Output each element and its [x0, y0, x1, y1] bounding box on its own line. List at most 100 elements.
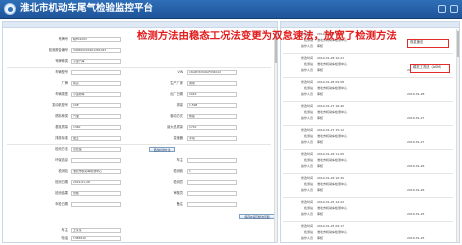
app-title: 淮北市机动车尾气检验监控平台	[20, 3, 154, 14]
save-return-button[interactable]: 保存并返回修改页面	[239, 214, 275, 219]
field-input[interactable]: 1360	[71, 125, 121, 130]
field-label: 检测线	[173, 169, 183, 173]
app-logo-icon	[4, 3, 16, 15]
field-input[interactable]	[187, 158, 237, 163]
field-input[interactable]: 1.598	[187, 103, 237, 108]
record-value: 审核	[317, 116, 324, 120]
vehicle-info-panel: 号牌号 皖F04203 检测报告编号 340600201901281043 号牌种类 小型…	[2, 21, 278, 243]
record-label: 检测站	[303, 86, 313, 90]
right-scrollbar[interactable]	[456, 29, 459, 242]
field-input[interactable]: 2019-01-28	[71, 180, 121, 185]
record-value: 审核	[317, 164, 324, 168]
record-value: 淮北市机动车检测中心	[317, 158, 348, 162]
change-method-button[interactable]: 更改检测方法	[149, 147, 175, 152]
record-label: 检测站	[303, 134, 313, 138]
field-input[interactable]: 1	[187, 169, 237, 174]
record-label: 操作人员	[300, 212, 313, 216]
field-input[interactable]: 前驱	[187, 114, 237, 119]
history-record[interactable]: 修改时间 2019-01-26 11:05 检测站 淮北市机动车检测中心 操作人员 审核 2…	[281, 152, 459, 174]
record-value: 2019-01-26 11:05	[317, 152, 345, 156]
record-date: 2019-01-28	[407, 92, 425, 96]
divider	[283, 221, 453, 222]
record-value: 2019-01-25 14:22	[317, 200, 345, 204]
window-close-icon[interactable]	[450, 5, 458, 13]
record-date: 2019-01-26	[407, 164, 425, 168]
field-input[interactable]	[71, 70, 121, 75]
field-label: 车辆类型	[55, 92, 68, 96]
field-label: 检测结果	[55, 191, 68, 195]
annotation-text: 检测方法由稳态工况法变更为双怠速法，放宽了检测方法	[137, 30, 397, 42]
field-label: 基准质量	[55, 125, 68, 129]
field-input[interactable]: 双怠速	[71, 147, 121, 152]
field-input[interactable]: 1710	[187, 125, 237, 130]
form-row: 车辆型号 VIN LSGPC52U6GF034012	[3, 70, 273, 75]
form-row: 检测方法 双怠速 更改检测方法	[3, 147, 273, 152]
field-label: 电话	[61, 236, 68, 240]
field-input[interactable]: 合格	[71, 191, 121, 196]
field-input[interactable]: 皖F04203	[71, 37, 121, 42]
record-label: 修改时间	[300, 152, 313, 156]
field-input[interactable]: 通用	[187, 81, 237, 86]
field-label: 检测员	[173, 180, 183, 184]
field-label: 审核员	[173, 191, 183, 195]
form-row: 排放标准 国五 变速器 手动	[3, 136, 273, 141]
field-label: 变速器	[173, 136, 183, 140]
form-row: 车辆类型 小型轿车 出厂日期 2016	[3, 92, 273, 97]
field-input[interactable]: 国五	[71, 136, 121, 141]
field-input[interactable]	[187, 202, 237, 207]
field-input[interactable]: 手动	[187, 136, 237, 141]
divider	[283, 149, 453, 150]
record-label: 检测站	[303, 182, 313, 186]
record-value: 2019-01-28 10:21	[317, 56, 345, 60]
field-label: 年检日期	[55, 202, 68, 206]
history-record[interactable]: 修改时间 2019-01-25 09:17 检测站 淮北市机动车检测中心 操作人员 审核 2…	[281, 224, 459, 242]
history-record[interactable]: 修改时间 2019-01-25 14:22 检测站 淮北市机动车检测中心 操作人员 审核 2…	[281, 200, 459, 222]
field-input[interactable]: 别克	[71, 81, 121, 86]
record-value: 淮北市机动车检测中心	[317, 182, 348, 186]
record-label: 检测站	[303, 206, 313, 210]
field-input[interactable]	[187, 191, 237, 196]
history-record[interactable]: 修改时间 2019-01-27 16:40 检测站 淮北市机动车检测中心 操作人员 审核 2…	[281, 104, 459, 126]
field-input[interactable]	[187, 180, 237, 185]
divider	[283, 173, 453, 174]
field-input[interactable]: 2016	[187, 92, 237, 97]
field-label: 燃料种类	[55, 114, 68, 118]
divider	[7, 66, 271, 68]
record-value: 2019-01-28 09:58	[317, 80, 345, 84]
form-row: 燃料种类 汽油 驱动方式 前驱	[3, 114, 273, 119]
history-record[interactable]: 修改时间 2019-01-28 09:58 检测站 淮北市机动车检测中心 操作人员 审核 2…	[281, 80, 459, 102]
record-value: 2019-01-26 10:30	[317, 176, 345, 180]
field-input[interactable]	[71, 202, 121, 207]
record-label: 操作人员	[300, 188, 313, 192]
field-input[interactable]: 王某某	[71, 228, 121, 233]
record-value: 2019-01-27 15:12	[317, 128, 345, 132]
field-input[interactable]	[71, 158, 121, 163]
field-input[interactable]: 340600201901281043	[71, 48, 121, 53]
field-input[interactable]: 1385610	[71, 236, 121, 241]
record-label: 操作人员	[300, 116, 313, 120]
record-value: 审核	[317, 44, 324, 48]
field-input[interactable]: 小型轿车	[71, 92, 121, 97]
window-minimize-icon[interactable]	[438, 5, 446, 13]
record-value: 审核	[317, 212, 324, 216]
field-input[interactable]: LDE	[71, 103, 121, 108]
field-input[interactable]: LSGPC52U6GF034012	[187, 70, 237, 75]
record-label: 检测站	[303, 158, 313, 162]
record-label: 操作人员	[300, 140, 313, 144]
record-label: 修改时间	[300, 104, 313, 108]
field-input[interactable]: 汽油	[71, 114, 121, 119]
field-input[interactable]: 小型汽车	[71, 59, 121, 64]
field-input[interactable]: 淮北市机动车检测中心	[71, 169, 121, 174]
record-label: 操作人员	[300, 236, 313, 240]
record-value: 审核	[317, 188, 324, 192]
divider	[283, 197, 453, 198]
record-value: 淮北市机动车检测中心	[317, 206, 348, 210]
history-record[interactable]: 修改时间 2019-01-26 10:30 检测站 淮北市机动车检测中心 操作人员 审核 2…	[281, 176, 459, 198]
history-record[interactable]: 修改时间 2019-01-27 15:12 检测站 淮北市机动车检测中心 操作人员 审核 2…	[281, 128, 459, 150]
field-label: 排量	[176, 103, 183, 107]
scroll-thumb[interactable]	[457, 31, 459, 57]
record-value: 审核	[317, 68, 324, 72]
record-label: 检测站	[303, 230, 313, 234]
left-scrollbar[interactable]	[274, 29, 277, 242]
form-row: 检测日期 2019-01-28 检测员	[3, 180, 273, 185]
